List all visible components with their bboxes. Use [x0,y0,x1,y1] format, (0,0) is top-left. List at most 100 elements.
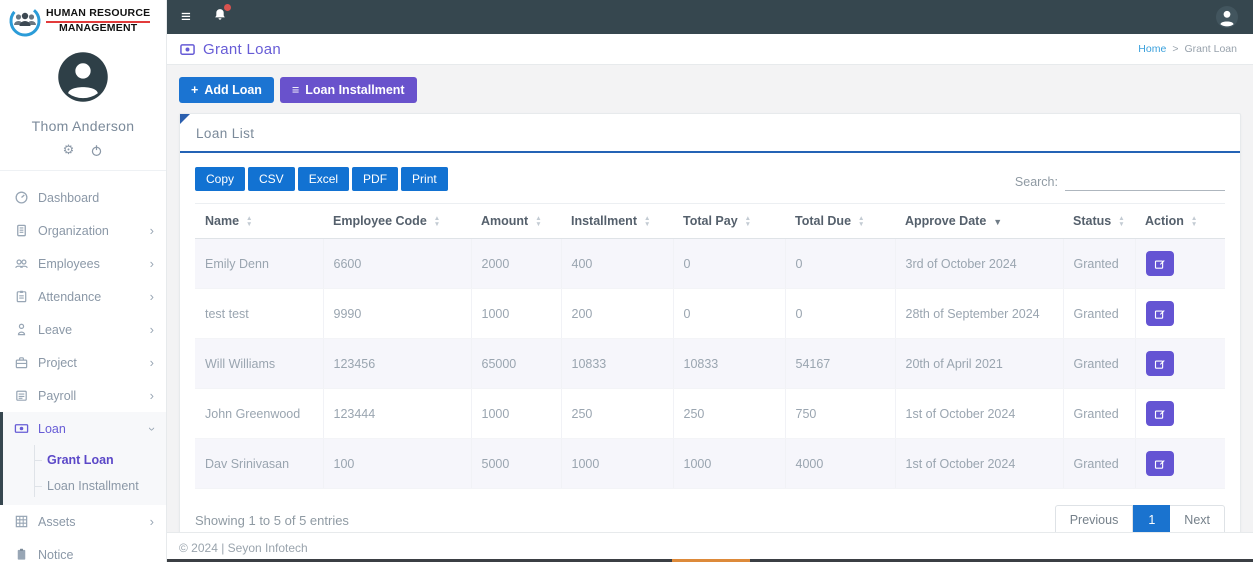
edit-icon [1154,459,1165,469]
cell-name: Will Williams [195,338,324,389]
sidebar-item-label: Organization [38,223,109,238]
column-header-amount[interactable]: Amount ▲ ▼ [471,203,561,239]
list-icon: ≡ [291,83,300,97]
cell-status: Granted [1063,388,1136,439]
search-input[interactable] [1065,173,1225,191]
cell-status: Granted [1063,338,1136,389]
hamburger-menu-icon[interactable]: ≡ [181,7,191,27]
cell-amount: 5000 [471,438,562,489]
cell-name: Dav Srinivasan [195,438,324,489]
sort-icon: ▲ ▼ [744,214,752,228]
column-header-total-due[interactable]: Total Due ▲ ▼ [785,203,895,239]
edit-loan-button[interactable] [1145,251,1174,276]
column-header-action[interactable]: Action ▲ ▼ [1135,203,1225,239]
sidebar-item-payroll[interactable]: Payroll › [0,379,166,412]
sidebar-group-loan: Loan › Grant Loan Loan Installment [0,412,166,505]
profile-section: Thom Anderson ⚙ [0,40,166,171]
breadcrumb-separator: > [1172,43,1179,55]
sidebar-item-loan[interactable]: Loan › [3,412,166,445]
leave-icon [14,322,29,337]
previous-page-button[interactable]: Previous [1054,505,1134,532]
table-row: John Greenwood 123444 1000 250 250 750 1… [195,388,1225,439]
page-1-button[interactable]: 1 [1133,505,1171,532]
sort-desc-icon: ▼ [993,216,1003,227]
sidebar-item-notice[interactable]: Notice [0,538,166,562]
cell-approve-date: 3rd of October 2024 [895,238,1064,289]
excel-button[interactable]: Excel [297,167,350,191]
next-page-button[interactable]: Next [1170,505,1225,532]
content-area: + Add Loan ≡ Loan Installment Loan List … [167,65,1253,532]
breadcrumb-current: Grant Loan [1184,43,1237,55]
money-icon [179,42,196,57]
edit-loan-button[interactable] [1145,351,1174,376]
edit-loan-button[interactable] [1145,301,1174,326]
entries-info: Showing 1 to 5 of 5 entries [195,512,349,528]
logo-line2: MANAGEMENT [58,21,138,34]
logo-people-icon [8,4,42,38]
loan-installment-label: Loan Installment [305,83,405,97]
sidebar-subitem-grant-loan[interactable]: Grant Loan [3,447,166,473]
sort-icon: ▲ ▼ [644,214,651,228]
add-loan-button[interactable]: + Add Loan [179,77,274,103]
dashboard-icon [14,190,29,205]
table-header-row: Name ▲ ▼ Employee Code ▲ ▼ Amount ▲ ▼ Installm… [195,203,1225,239]
pagination: Previous 1 Next [1054,505,1225,532]
column-header-status[interactable]: Status ▲ ▼ [1063,203,1135,239]
notifications-bell-icon[interactable] [213,4,231,27]
column-header-approve-date[interactable]: Approve Date ▼ [895,203,1063,239]
column-header-total-pay[interactable]: Total Pay ▲ ▼ [673,203,785,239]
column-header-installment[interactable]: Installment ▲ ▼ [561,203,673,239]
sidebar-nav: Dashboard Organization › Employees › Att… [0,171,166,562]
sort-icon: ▲ ▼ [535,214,542,228]
edit-icon [1154,409,1165,419]
cell-code: 123444 [323,388,472,439]
copy-button[interactable]: Copy [195,167,246,191]
payroll-icon [14,388,29,403]
loan-table: Name ▲ ▼ Employee Code ▲ ▼ Amount ▲ ▼ Installm… [195,203,1225,489]
print-button[interactable]: Print [401,167,448,191]
cell-amount: 65000 [471,338,562,389]
sidebar-item-project[interactable]: Project › [0,346,166,379]
edit-loan-button[interactable] [1145,451,1174,476]
sidebar-item-assets[interactable]: Assets › [0,505,166,538]
cell-total-due: 0 [785,288,896,339]
sidebar-item-dashboard[interactable]: Dashboard [0,181,166,214]
chevron-right-icon: › [149,387,154,403]
loan-installment-button[interactable]: ≡ Loan Installment [279,77,417,103]
page-title-text: Grant Loan [203,40,282,58]
sidebar-item-label: Leave [38,322,73,337]
chevron-right-icon: › [149,354,154,370]
table-row: test test 9990 1000 200 0 0 28th of Sept… [195,288,1225,339]
column-header-employee-code[interactable]: Employee Code ▲ ▼ [323,203,471,239]
sort-icon: ▲ ▼ [433,214,441,228]
sidebar-subitem-loan-installment[interactable]: Loan Installment [3,473,166,499]
sidebar-item-label: Assets [38,514,76,529]
organization-icon [14,223,29,238]
app-logo: HUMAN RESOURCE MANAGEMENT [0,0,166,40]
cell-status: Granted [1063,438,1136,489]
loan-icon [14,421,29,436]
csv-button[interactable]: CSV [248,167,295,191]
cell-total-due: 54167 [785,338,896,389]
settings-gear-icon[interactable]: ⚙ [63,142,75,158]
sidebar-item-organization[interactable]: Organization › [0,214,166,247]
profile-avatar[interactable] [56,50,110,104]
column-header-name[interactable]: Name ▲ ▼ [195,203,323,239]
edit-icon [1154,359,1165,369]
page-title: Grant Loan [179,41,281,58]
topbar-user-avatar[interactable] [1215,5,1239,29]
cell-approve-date: 1st of October 2024 [895,438,1064,489]
sidebar-item-attendance[interactable]: Attendance › [0,280,166,313]
sidebar-item-leave[interactable]: Leave › [0,313,166,346]
logout-power-icon[interactable] [90,144,103,157]
edit-loan-button[interactable] [1145,401,1174,426]
chevron-right-icon: › [149,255,154,271]
pdf-button[interactable]: PDF [352,167,399,191]
cell-code: 9990 [323,288,472,339]
sidebar-item-employees[interactable]: Employees › [0,247,166,280]
breadcrumb-home-link[interactable]: Home [1138,43,1166,55]
notice-icon [14,547,29,562]
sidebar: HUMAN RESOURCE MANAGEMENT Thom Anderson … [0,0,167,562]
topbar: ≡ [167,0,1253,34]
sidebar-item-label: Dashboard [38,190,100,205]
